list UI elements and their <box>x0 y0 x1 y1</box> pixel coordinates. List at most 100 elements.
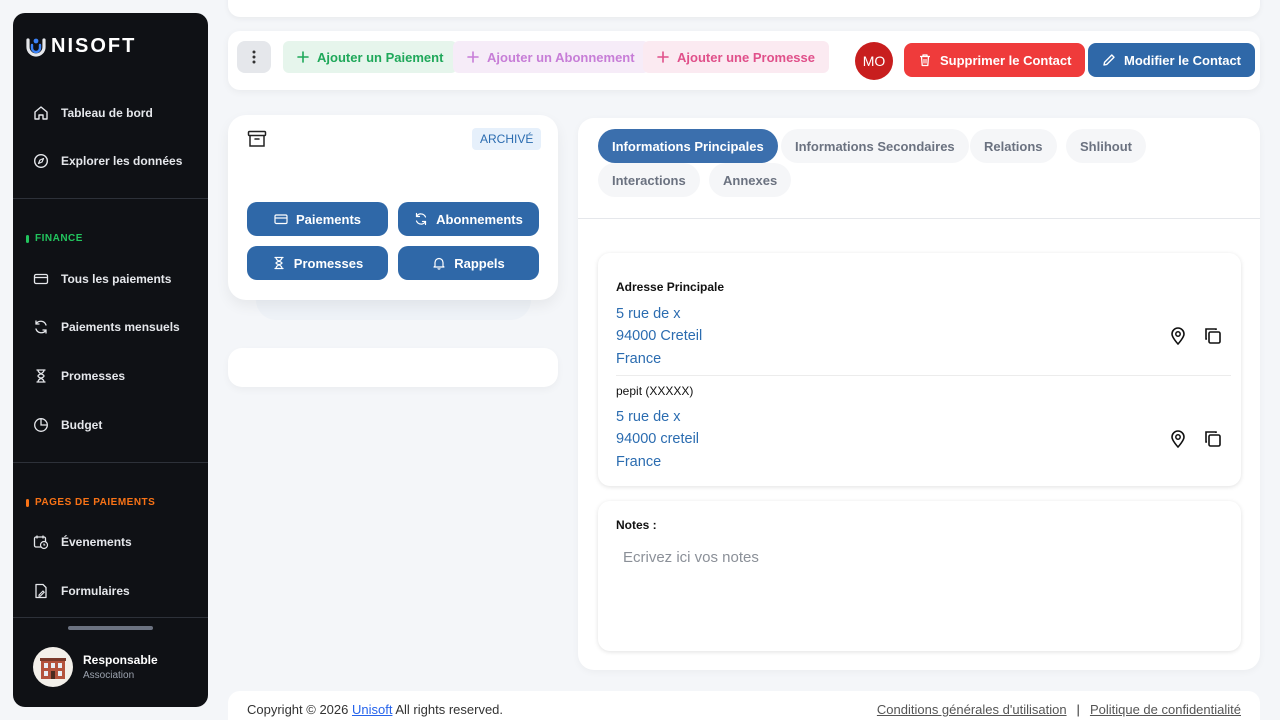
promises-button[interactable]: Promesses <box>247 246 388 280</box>
sidebar-item-label: Paiements mensuels <box>61 320 180 334</box>
contact-avatar[interactable]: MO <box>855 42 893 80</box>
add-payment-button[interactable]: Ajouter un Paiement <box>283 41 458 73</box>
section-finance: FINANCE <box>26 233 83 244</box>
plus-icon <box>467 51 479 63</box>
sidebar-item-label: Tous les paiements <box>61 272 172 286</box>
kebab-menu-icon <box>252 50 256 64</box>
sidebar-item-events[interactable]: Évenements <box>33 534 132 550</box>
notes-label: Notes : <box>616 518 657 532</box>
tabs-divider <box>578 218 1260 219</box>
calendar-clock-icon <box>33 535 49 550</box>
plus-icon <box>297 51 309 63</box>
tab-interactions[interactable]: Interactions <box>598 163 700 197</box>
hourglass-icon <box>274 256 284 270</box>
credit-card-icon <box>274 214 288 225</box>
privacy-link[interactable]: Politique de confidentialité <box>1090 702 1241 717</box>
map-pin-icon[interactable] <box>1168 326 1188 346</box>
add-promise-label: Ajouter une Promesse <box>677 49 815 65</box>
footer: Copyright © 2026 Unisoft All rights rese… <box>228 691 1260 720</box>
terms-link[interactable]: Conditions générales d'utilisation <box>877 702 1067 717</box>
trash-icon <box>920 54 930 67</box>
footer-separator: | <box>1076 702 1080 717</box>
tab-main-info[interactable]: Informations Principales <box>598 129 778 163</box>
section-marker <box>26 234 29 243</box>
sidebar-item-label: Explorer les données <box>61 154 183 168</box>
section-marker <box>26 498 29 507</box>
copyright-prefix: Copyright © 2026 <box>247 702 349 717</box>
sidebar-item-monthly-payments[interactable]: Paiements mensuels <box>33 319 180 335</box>
sidebar-item-all-payments[interactable]: Tous les paiements <box>33 271 171 287</box>
sidebar-item-label: Formulaires <box>61 584 130 598</box>
sidebar-item-explore[interactable]: Explorer les données <box>33 153 182 169</box>
plus-icon <box>657 51 669 63</box>
sidebar-divider <box>13 198 208 199</box>
brand-name: NISOFT <box>51 35 137 57</box>
tab-secondary-info[interactable]: Informations Secondaires <box>781 129 969 163</box>
payments-button[interactable]: Paiements <box>247 202 388 236</box>
tab-annexes[interactable]: Annexes <box>709 163 792 197</box>
sidebar-item-promises[interactable]: Promesses <box>33 368 125 384</box>
sidebar-scroll-handle[interactable] <box>68 626 153 630</box>
user-role: Association <box>83 670 135 681</box>
compass-icon <box>33 153 49 169</box>
copy-icon[interactable] <box>1203 429 1223 449</box>
address-line[interactable]: 94000 creteil <box>616 431 699 447</box>
sidebar-item-label: Tableau de bord <box>61 106 153 120</box>
pencil-icon <box>1103 54 1115 66</box>
add-subscription-label: Ajouter un Abonnement <box>487 49 635 65</box>
tab-shlihout[interactable]: Shlihout <box>1066 129 1146 163</box>
map-pin-icon[interactable] <box>1168 429 1188 449</box>
sidebar-item-forms[interactable]: Formulaires <box>33 583 130 599</box>
contact-details-panel: Informations Principales Informations Se… <box>578 118 1260 670</box>
delete-contact-label: Supprimer le Contact <box>940 52 1072 68</box>
secondary-card <box>228 348 558 387</box>
sidebar-item-label: Promesses <box>61 369 126 383</box>
credit-card-icon <box>33 273 49 285</box>
address-line[interactable]: France <box>616 454 661 470</box>
reminders-button[interactable]: Rappels <box>398 246 539 280</box>
edit-contact-label: Modifier le Contact <box>1124 52 1242 68</box>
address-line[interactable]: 5 rue de x <box>616 409 681 425</box>
top-header-card <box>228 0 1260 17</box>
user-profile[interactable]: Responsable Association <box>33 647 158 687</box>
user-name: Responsable <box>83 653 158 667</box>
promises-label: Promesses <box>293 255 364 271</box>
address-label: pepit (XXXXX) <box>616 384 694 398</box>
status-badge: ARCHIVÉ <box>472 128 542 150</box>
subscriptions-label: Abonnements <box>436 211 523 227</box>
tab-relations[interactable]: Relations <box>970 129 1057 163</box>
copyright: Copyright © 2026 Unisoft All rights rese… <box>247 702 503 717</box>
sidebar-item-label: Budget <box>61 418 103 432</box>
refresh-icon <box>416 212 427 226</box>
avatar <box>33 647 73 687</box>
add-promise-button[interactable]: Ajouter une Promesse <box>643 41 829 73</box>
subscriptions-button[interactable]: Abonnements <box>398 202 539 236</box>
address-divider <box>616 375 1231 376</box>
address-line[interactable]: France <box>616 351 661 367</box>
archive-icon <box>247 130 267 147</box>
section-label: PAGES DE PAIEMENTS <box>35 497 156 508</box>
sidebar: NISOFT Tableau de bord Explorer les donn… <box>13 13 208 707</box>
sidebar-item-budget[interactable]: Budget <box>33 417 102 433</box>
brand-logo[interactable]: NISOFT <box>25 35 136 58</box>
refresh-icon <box>35 320 47 334</box>
add-subscription-button[interactable]: Ajouter un Abonnement <box>453 41 649 73</box>
delete-contact-button[interactable]: Supprimer le Contact <box>904 43 1086 77</box>
sidebar-item-dashboard[interactable]: Tableau de bord <box>33 105 153 121</box>
address-line[interactable]: 5 rue de x <box>616 306 681 322</box>
more-options-button[interactable] <box>237 41 271 73</box>
sidebar-divider <box>13 462 208 463</box>
building-icon <box>40 658 66 679</box>
section-payment-pages: PAGES DE PAIEMENTS <box>26 497 155 508</box>
edit-contact-button[interactable]: Modifier le Contact <box>1088 43 1256 77</box>
copy-icon[interactable] <box>1203 326 1223 346</box>
brand-link[interactable]: Unisoft <box>352 702 392 717</box>
contact-summary-card: ARCHIVÉ Paiements Abonnements Promesses … <box>228 115 558 300</box>
notes-input[interactable] <box>616 541 1216 631</box>
section-label: FINANCE <box>35 233 83 244</box>
home-icon <box>34 106 48 120</box>
copyright-suffix: All rights reserved. <box>395 702 504 717</box>
document-edit-icon <box>35 583 47 599</box>
address-line[interactable]: 94000 Creteil <box>616 328 702 344</box>
legal-links: Conditions générales d'utilisation | Pol… <box>877 702 1241 717</box>
